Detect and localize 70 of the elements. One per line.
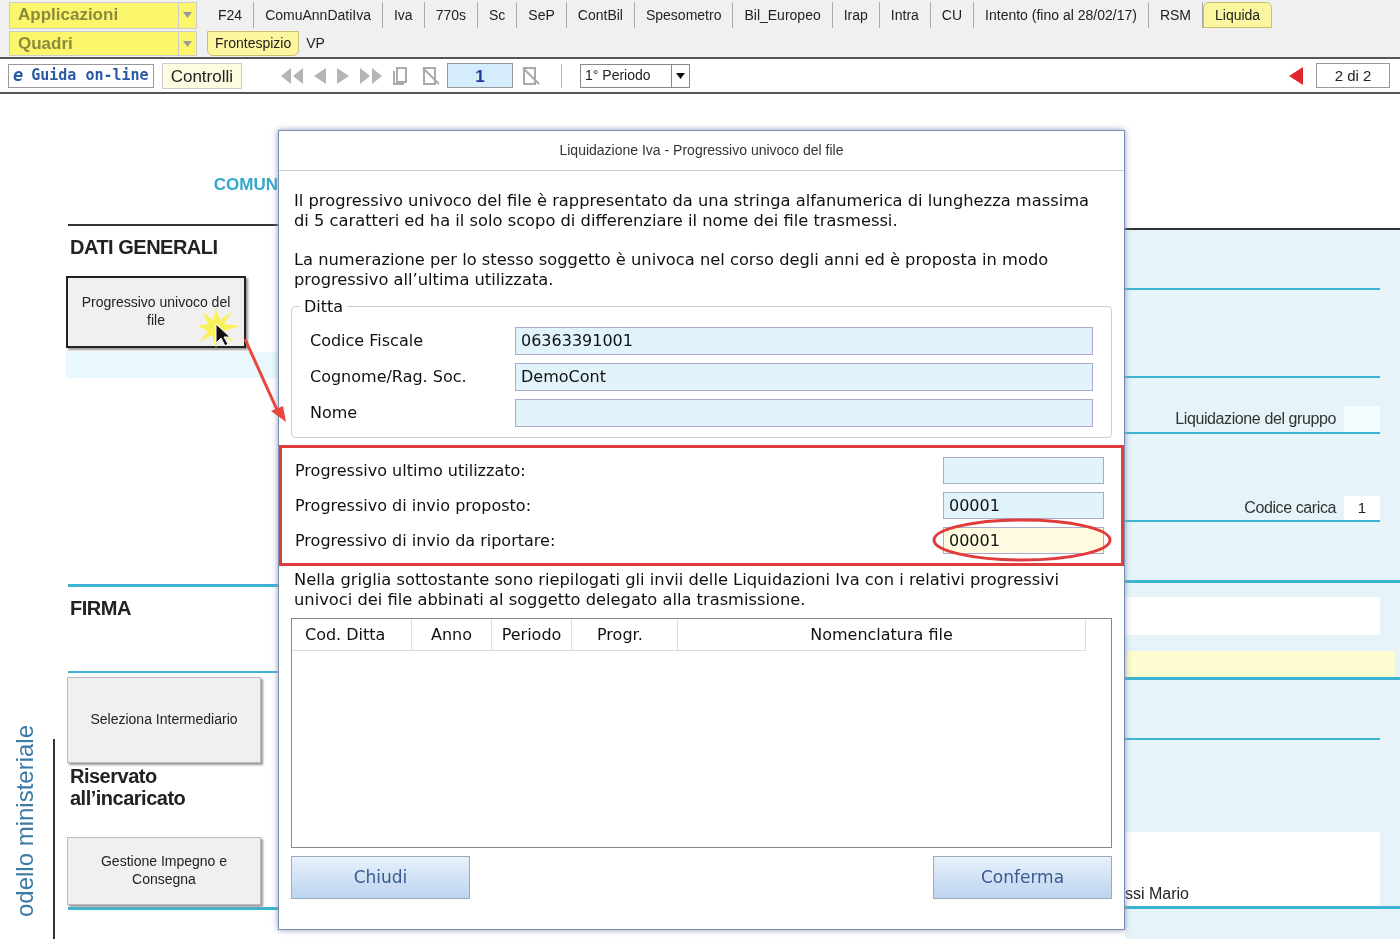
caret-icon xyxy=(183,40,192,47)
previous-page-icon[interactable] xyxy=(313,66,327,85)
module-tab[interactable]: Sc xyxy=(478,2,518,28)
module-tab[interactable]: 770s xyxy=(424,2,478,28)
module-tab[interactable]: Intento (fino al 28/02/17) xyxy=(974,2,1149,28)
field-label: Codice carica xyxy=(1244,498,1336,518)
last-page-icon[interactable] xyxy=(359,66,383,85)
field-label: Codice Fiscale xyxy=(310,330,424,352)
section-title: FIRMA xyxy=(70,595,132,621)
text-field[interactable]: 00001 xyxy=(943,527,1104,554)
form-button[interactable]: Gestione Impegno e Consegna xyxy=(67,836,261,905)
column-header[interactable]: Cod. Ditta xyxy=(292,619,412,650)
next-page-icon[interactable] xyxy=(336,66,350,85)
module-tab[interactable]: Liquida xyxy=(1203,2,1273,28)
field-label: Progressivo ultimo utilizzato: xyxy=(295,459,526,482)
info-paragraph: Il progressivo univoco del file è rappresentato da una stringa alfanumerica di lunghezza massima di 5 caratteri ed ha il solo scopo di differenziare il nome dei file trasmessi. xyxy=(294,191,1090,231)
module-tab[interactable]: ComuAnnDatiIva xyxy=(254,2,383,28)
caret-icon xyxy=(183,12,192,18)
column-header[interactable]: Anno xyxy=(412,619,492,650)
grid-note: Nella griglia sottostante sono riepilogati gli invii delle Liquidazioni Iva con i relativi progressivi univoci dei file abbinati al soggetto delegato alla trasmissione. xyxy=(293,570,1060,610)
delete-page-icon[interactable] xyxy=(521,65,541,86)
module-tab[interactable]: Intra xyxy=(879,2,931,28)
text-field[interactable] xyxy=(943,457,1104,484)
delete-page-icon[interactable] xyxy=(421,65,441,86)
text-field[interactable] xyxy=(515,399,1093,427)
checks-button[interactable]: Controlli xyxy=(161,62,242,89)
page-number-field[interactable]: 1 xyxy=(447,63,513,88)
online-guide-button[interactable]: e Guida on-line xyxy=(8,63,154,88)
page-count: 2 di 2 xyxy=(1316,63,1390,88)
info-paragraph: La numerazione per lo stesso soggetto è univoca nel corso degli anni ed è proposta in modo progressivo all’ultima utilizzata. xyxy=(294,250,1050,290)
module-tab[interactable]: SeP xyxy=(517,2,567,28)
field-value: ssi Mario xyxy=(1125,885,1189,902)
role-field[interactable]: 1 xyxy=(1344,496,1380,520)
column-header[interactable]: Progr. xyxy=(572,619,678,650)
input-field[interactable] xyxy=(1125,597,1380,635)
field-label: Progressivo di invio proposto: xyxy=(295,494,532,517)
field-label: Nome xyxy=(310,402,359,424)
first-page-icon[interactable] xyxy=(280,66,304,85)
period-select[interactable]: 1° Periodo xyxy=(580,63,690,88)
logo-text: COMUN xyxy=(213,174,278,196)
dialog-button[interactable]: Chiudi xyxy=(291,856,470,899)
text-field[interactable]: DemoCont xyxy=(515,363,1093,391)
dialog-button[interactable]: Conferma xyxy=(933,856,1112,899)
module-tab[interactable]: Spesometro xyxy=(634,2,734,28)
module-tab[interactable]: ContBil xyxy=(566,2,635,28)
module-tab[interactable]: Irap xyxy=(832,2,880,28)
form-button[interactable]: Progressivo univoco del file xyxy=(66,275,246,348)
section-title: DATI GENERALI xyxy=(70,234,219,260)
module-tab[interactable]: CU xyxy=(930,2,975,28)
column-header[interactable]: Periodo xyxy=(492,619,572,650)
form-button[interactable]: Seleziona Intermediario xyxy=(67,676,261,763)
section-title: Riservato all’incaricato xyxy=(70,764,187,809)
field-label: Liquidazione del gruppo xyxy=(1175,409,1336,429)
field-label: Cognome/Rag. Soc. xyxy=(310,366,468,388)
section-tab[interactable]: Frontespizio xyxy=(207,31,300,56)
module-tab[interactable]: Iva xyxy=(382,2,425,28)
module-tab[interactable]: Bil_Europeo xyxy=(733,2,833,28)
input-field[interactable] xyxy=(1125,832,1380,882)
column-header[interactable]: Nomenclatura file xyxy=(678,619,1086,650)
input-field[interactable] xyxy=(1125,651,1395,677)
group-field[interactable] xyxy=(1344,406,1380,432)
module-tab[interactable]: F24 xyxy=(207,2,255,28)
previous-record-icon[interactable] xyxy=(1288,65,1304,86)
section-tab[interactable]: VP xyxy=(299,31,332,56)
side-label: odello ministeriale xyxy=(10,723,39,920)
dialog-title: Liquidazione Iva - Progressivo univoco del file xyxy=(559,141,844,160)
caret-icon xyxy=(676,72,685,79)
field-label: Progressivo di invio da riportare: xyxy=(295,529,556,552)
text-field[interactable]: 06363391001 xyxy=(515,327,1093,355)
text-field[interactable]: 00001 xyxy=(943,492,1104,519)
